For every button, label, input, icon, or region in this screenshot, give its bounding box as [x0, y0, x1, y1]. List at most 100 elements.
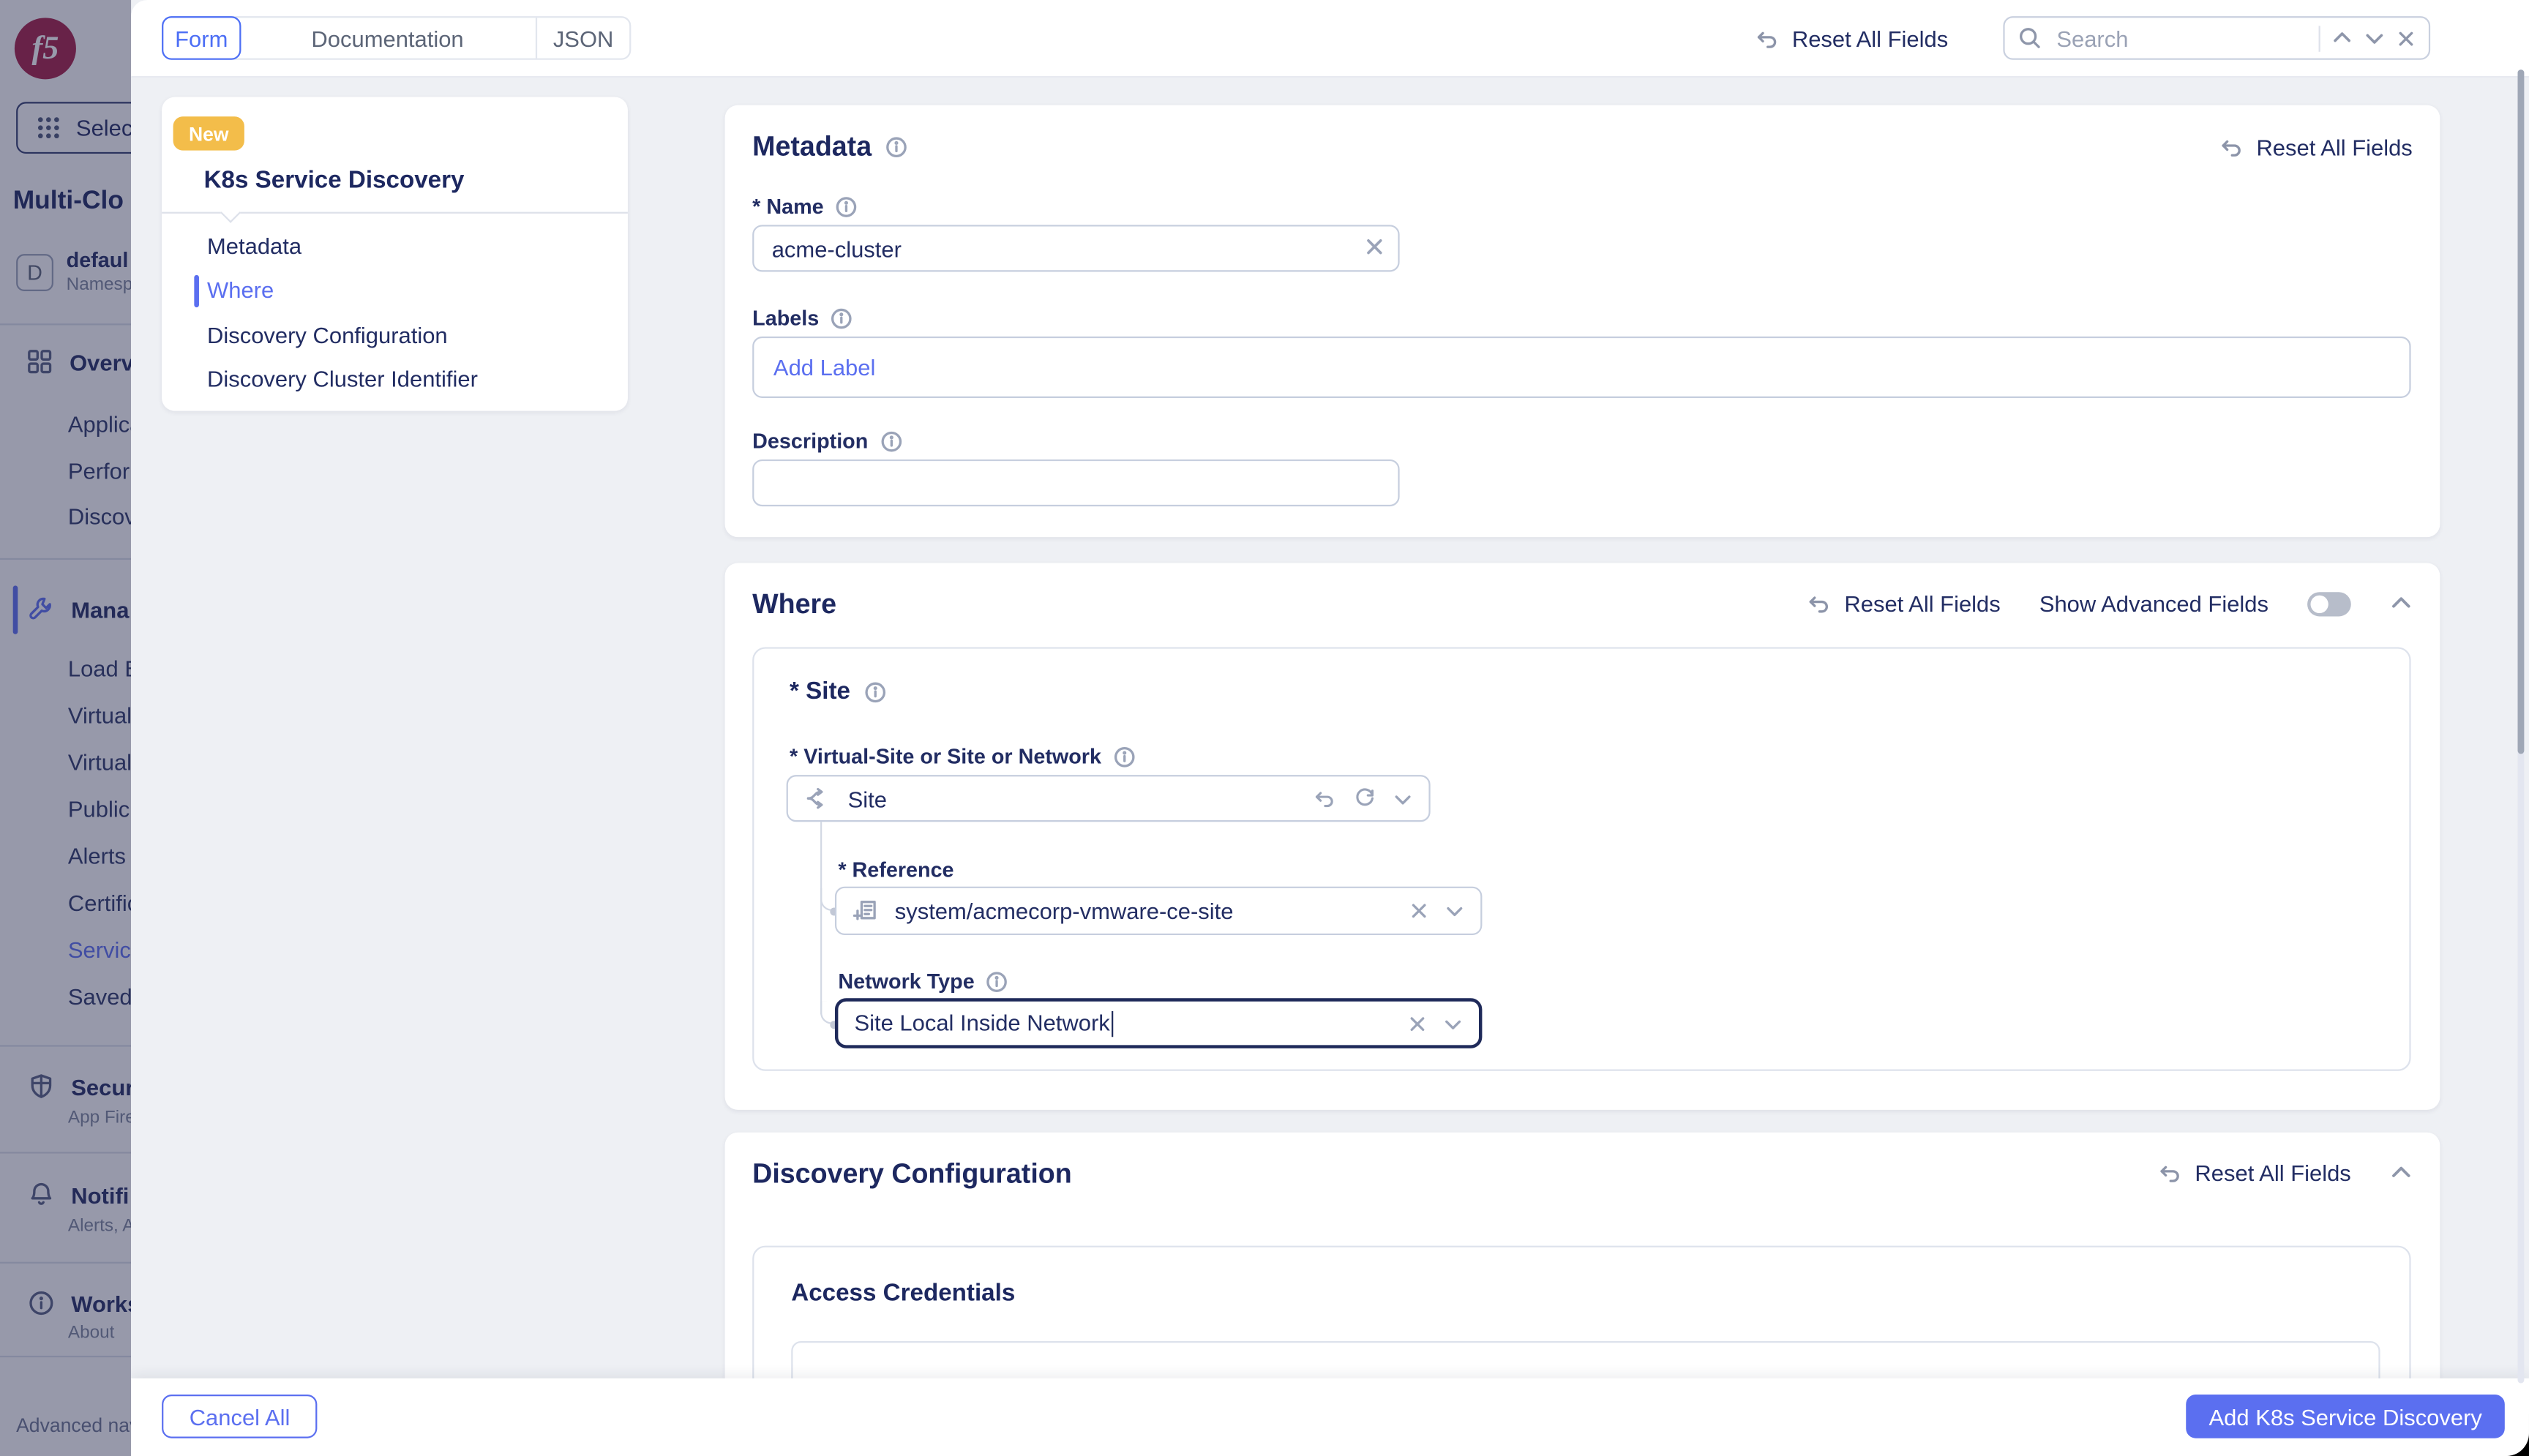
form-nav-metadata[interactable]: Metadata	[207, 233, 301, 258]
site-heading-text: * Site	[790, 678, 850, 705]
search-icon	[2017, 26, 2042, 50]
info-icon[interactable]	[1112, 745, 1135, 768]
connector-line	[820, 822, 822, 1014]
search-input[interactable]	[2053, 23, 2307, 53]
form-nav-where[interactable]: Where	[207, 277, 274, 302]
vsn-select-value: Site	[848, 786, 1296, 811]
discovery-card-actions: Reset All Fields	[2156, 1160, 2412, 1185]
refresh-icon[interactable]	[1353, 787, 1377, 811]
description-input[interactable]	[752, 459, 1399, 506]
access-credentials-heading: Access Credentials	[791, 1280, 1015, 1307]
form-title: K8s Service Discovery	[204, 167, 465, 195]
clear-icon[interactable]	[1408, 1013, 1428, 1033]
discovery-title-text: Discovery Configuration	[752, 1158, 1072, 1190]
site-fieldset: * Site * Virtual-Site or Site or Network	[752, 647, 2410, 1070]
metadata-card-title: Metadata	[752, 131, 907, 163]
reset-all-fields-button[interactable]: Reset All Fields	[2217, 135, 2412, 160]
tab-documentation[interactable]: Documentation	[239, 18, 537, 58]
reference-select-value: system/acmecorp-vmware-ce-site	[895, 898, 1393, 923]
undo-icon	[1805, 590, 1831, 616]
network-type-field-label: Network Type	[838, 969, 1008, 993]
labels-field-label: Labels	[752, 306, 853, 330]
name-label-text: * Name	[752, 194, 823, 218]
reference-label-text: * Reference	[838, 858, 953, 882]
access-credentials-fieldset: Access Credentials	[752, 1246, 2410, 1384]
form-nav-discovery-configuration[interactable]: Discovery Configuration	[207, 322, 448, 348]
view-tabs: Form Documentation JSON	[162, 16, 631, 60]
labels-input[interactable]: Add Label	[752, 337, 2410, 398]
reset-all-fields-label: Reset All Fields	[1792, 25, 1948, 50]
undo-icon	[1753, 25, 1779, 50]
modal-topbar: Form Documentation JSON Reset All Fields	[131, 0, 2529, 78]
chevron-down-icon[interactable]	[2364, 28, 2385, 49]
add-label-button[interactable]: Add Label	[773, 354, 875, 380]
show-advanced-fields-label: Show Advanced Fields	[2039, 590, 2268, 616]
toggle-knob	[2310, 595, 2328, 612]
reset-all-fields-label: Reset All Fields	[1844, 590, 2000, 616]
search-box	[2003, 16, 2430, 60]
undo-icon	[2156, 1160, 2181, 1185]
form-nav-card: New K8s Service Discovery Metadata Where…	[162, 97, 628, 411]
modal-bottombar: Cancel All Add K8s Service Discovery	[131, 1378, 2529, 1456]
description-field-label: Description	[752, 429, 902, 453]
tab-json[interactable]: JSON	[537, 18, 629, 58]
name-input[interactable]	[752, 225, 1399, 271]
search-separator	[2319, 25, 2320, 50]
close-icon[interactable]	[2397, 29, 2416, 48]
show-advanced-fields-toggle[interactable]	[2307, 591, 2351, 615]
branch-icon	[804, 784, 832, 812]
text-cursor	[1112, 1011, 1114, 1037]
reset-all-fields-label: Reset All Fields	[2256, 135, 2412, 160]
info-icon[interactable]	[885, 136, 907, 159]
name-field-label: * Name	[752, 194, 858, 218]
clear-icon[interactable]	[1364, 236, 1385, 258]
network-type-value-text: Site Local Inside Network	[854, 1009, 1109, 1035]
undo-icon	[2217, 135, 2243, 160]
chevron-down-icon[interactable]	[1393, 789, 1413, 808]
site-group-heading: * Site	[790, 678, 886, 705]
description-label-text: Description	[752, 429, 868, 453]
access-credentials-text: Access Credentials	[791, 1280, 1015, 1307]
modal-panel: Form Documentation JSON Reset All Fields	[131, 0, 2529, 1456]
scrollbar-thumb[interactable]	[2518, 70, 2525, 754]
vsn-select[interactable]: Site	[787, 775, 1431, 822]
where-card-title: Where	[752, 589, 836, 621]
modal-dim-overlay	[0, 0, 131, 1456]
where-card: Where Reset All Fields Show Advanced Fie…	[725, 563, 2440, 1109]
undo-icon[interactable]	[1312, 787, 1336, 811]
network-type-select[interactable]: Site Local Inside Network	[835, 998, 1482, 1048]
metadata-card: Metadata Reset All Fields * Name	[725, 105, 2440, 537]
chevron-up-icon[interactable]	[2331, 28, 2353, 49]
discovery-card-title: Discovery Configuration	[752, 1158, 1072, 1190]
vsn-field-label: * Virtual-Site or Site or Network	[790, 744, 1135, 768]
reference-doc-icon	[853, 898, 878, 923]
app-root: f5 Select W Multi-Clo D defaul Namesp	[0, 0, 2529, 1456]
reference-select[interactable]: system/acmecorp-vmware-ce-site	[835, 887, 1482, 935]
collapse-chevron-up-icon[interactable]	[2390, 1162, 2413, 1185]
reset-all-fields-button[interactable]: Reset All Fields	[1753, 25, 1948, 50]
labels-label-text: Labels	[752, 306, 819, 330]
network-type-label-text: Network Type	[838, 969, 974, 993]
metadata-card-actions: Reset All Fields	[2217, 135, 2412, 160]
tab-form[interactable]: Form	[162, 16, 241, 60]
clear-icon[interactable]	[1409, 901, 1429, 921]
metadata-title-text: Metadata	[752, 131, 872, 163]
where-card-actions: Reset All Fields Show Advanced Fields	[1805, 590, 2412, 616]
add-k8s-service-discovery-button[interactable]: Add K8s Service Discovery	[2187, 1395, 2505, 1438]
reference-field-label: * Reference	[838, 858, 953, 882]
reset-all-fields-button[interactable]: Reset All Fields	[2156, 1160, 2350, 1185]
chevron-down-icon[interactable]	[1443, 1013, 1463, 1033]
info-icon[interactable]	[831, 307, 853, 329]
collapse-chevron-up-icon[interactable]	[2390, 592, 2413, 615]
cancel-all-button[interactable]: Cancel All	[162, 1395, 318, 1438]
info-icon[interactable]	[880, 429, 902, 452]
chevron-down-icon[interactable]	[1445, 901, 1465, 921]
access-credentials-box[interactable]	[791, 1341, 2380, 1383]
reset-all-fields-button[interactable]: Reset All Fields	[1805, 590, 2000, 616]
info-icon[interactable]	[863, 680, 886, 703]
new-badge: New	[173, 116, 244, 150]
info-icon[interactable]	[986, 970, 1008, 993]
network-type-select-value: Site Local Inside Network	[854, 1009, 1391, 1037]
info-icon[interactable]	[835, 195, 858, 217]
form-nav-discovery-cluster-identifier[interactable]: Discovery Cluster Identifier	[207, 366, 478, 391]
